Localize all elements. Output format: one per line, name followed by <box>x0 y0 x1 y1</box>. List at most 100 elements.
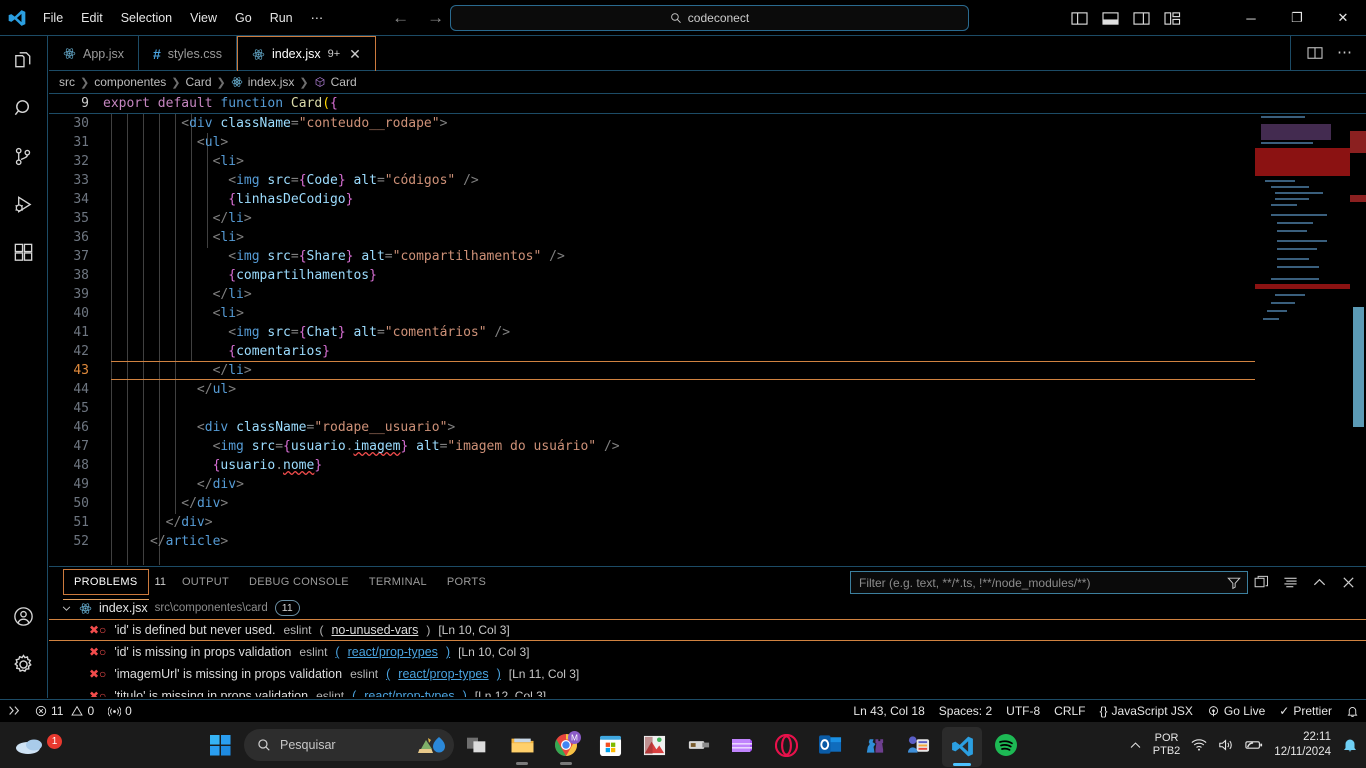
code-line[interactable]: 51 </div> <box>49 513 1366 532</box>
bell-icon[interactable] <box>1342 737 1358 753</box>
close-icon[interactable] <box>1341 575 1356 590</box>
maximize-restore-button[interactable]: ❐ <box>1274 0 1320 36</box>
code-line[interactable]: 31 <ul> <box>49 133 1366 152</box>
sidebar-item-source-control[interactable] <box>0 132 48 180</box>
filter-input[interactable] <box>859 575 1221 590</box>
code-line[interactable]: 41 <img src={Chat} alt="comentários" /> <box>49 323 1366 342</box>
minimap[interactable] <box>1255 114 1350 565</box>
tab-output[interactable]: OUTPUT <box>172 570 239 594</box>
filter-icon[interactable] <box>1227 576 1241 590</box>
problem-row[interactable]: ✖○ 'id' is missing in props validation e… <box>49 641 1366 663</box>
sidebar-item-settings[interactable] <box>0 640 48 688</box>
taskbar-app-spotify[interactable] <box>986 722 1026 768</box>
arrow-right-icon[interactable]: → <box>427 9 444 26</box>
toggle-primary-sidebar-icon[interactable] <box>1071 11 1088 26</box>
sidebar-item-accounts[interactable] <box>0 592 48 640</box>
arrow-left-icon[interactable]: ← <box>392 9 409 26</box>
menu-file[interactable]: File <box>34 5 72 31</box>
notifications-button[interactable] <box>1339 700 1366 723</box>
taskbar-app-chess[interactable] <box>854 722 894 768</box>
menu-bar[interactable]: File Edit Selection View Go Run ⋯ <box>34 5 332 31</box>
code-line[interactable]: 34 {linhasDeCodigo} <box>49 190 1366 209</box>
code-line[interactable]: 37 <img src={Share} alt="compartilhament… <box>49 247 1366 266</box>
chevron-down-icon[interactable] <box>61 603 72 614</box>
tab-terminal[interactable]: TERMINAL <box>359 570 437 594</box>
taskbar-clock[interactable]: 22:11 12/11/2024 <box>1274 730 1331 760</box>
start-button[interactable] <box>200 722 240 768</box>
problems-group-header[interactable]: index.jsx src\componentes\card 11 <box>49 597 1366 619</box>
code-editor[interactable]: 30 <div className="conteudo__rodape"> 31… <box>49 114 1366 565</box>
close-button[interactable]: ✕ <box>1320 0 1366 36</box>
sticky-scroll-line[interactable]: 9 export default function Card({ <box>49 94 1366 114</box>
code-line[interactable]: 46 <div className="rodape__usuario"> <box>49 418 1366 437</box>
toggle-secondary-sidebar-icon[interactable] <box>1133 11 1150 26</box>
sidebar-item-search[interactable] <box>0 84 48 132</box>
tab-ports[interactable]: PORTS <box>437 570 496 594</box>
code-line-current[interactable]: 43 </li> <box>49 361 1366 380</box>
breadcrumb-item-src[interactable]: src <box>59 75 75 89</box>
battery-icon[interactable] <box>1245 739 1263 751</box>
taskbar-weather-widget[interactable]: 1 <box>14 722 62 768</box>
sidebar-item-explorer[interactable] <box>0 36 48 84</box>
taskbar-app-file-explorer[interactable] <box>502 722 542 768</box>
code-line[interactable]: 45 <box>49 399 1366 418</box>
problem-rule[interactable]: react/prop-types <box>348 645 438 659</box>
tab-problems[interactable]: PROBLEMS <box>63 569 149 600</box>
code-line[interactable]: 47 <img src={usuario.imagem} alt="imagem… <box>49 437 1366 456</box>
problems-filter[interactable] <box>850 571 1248 594</box>
customize-layout-icon[interactable] <box>1164 11 1181 26</box>
menu-run[interactable]: Run <box>261 5 302 31</box>
code-line[interactable]: 40 <li> <box>49 304 1366 323</box>
taskbar-app-visual-studio-code[interactable] <box>942 726 982 767</box>
breadcrumb-item-componentes[interactable]: componentes <box>94 75 166 89</box>
code-line[interactable]: 42 {comentarios} <box>49 342 1366 361</box>
code-line[interactable]: 33 <img src={Code} alt="códigos" /> <box>49 171 1366 190</box>
menu-view[interactable]: View <box>181 5 226 31</box>
code-line[interactable]: 49 </div> <box>49 475 1366 494</box>
eol-status[interactable]: CRLF <box>1047 700 1092 723</box>
minimize-button[interactable]: ─ <box>1228 0 1274 36</box>
taskbar-app-onenote[interactable] <box>722 722 762 768</box>
close-icon[interactable]: ✕ <box>349 47 361 61</box>
split-editor-icon[interactable] <box>1307 46 1323 60</box>
editor-tab-index-jsx[interactable]: index.jsx 9+ ✕ <box>236 36 376 71</box>
code-line[interactable]: 35 </li> <box>49 209 1366 228</box>
wifi-icon[interactable] <box>1191 738 1207 752</box>
errors-warnings-status[interactable]: 11 0 <box>28 700 101 723</box>
view-as-table-icon[interactable] <box>1254 575 1269 590</box>
taskbar-app-microsoft-store[interactable] <box>590 722 630 768</box>
code-line[interactable]: 52 </article> <box>49 532 1366 551</box>
quick-open-search[interactable]: codeconect <box>450 5 969 31</box>
sidebar-item-extensions[interactable] <box>0 228 48 276</box>
code-line[interactable]: 39 </li> <box>49 285 1366 304</box>
remote-window-button[interactable] <box>0 700 28 723</box>
problem-row[interactable]: ✖○ 'titulo' is missing in props validati… <box>49 685 1366 697</box>
breadcrumb-item-index-jsx[interactable]: index.jsx <box>248 75 295 89</box>
code-line[interactable]: 38 {compartilhamentos} <box>49 266 1366 285</box>
taskbar-search[interactable]: Pesquisar <box>244 729 454 761</box>
code-line[interactable]: 36 <li> <box>49 228 1366 247</box>
menu-more[interactable]: ⋯ <box>302 5 333 31</box>
breadcrumb-item-card[interactable]: Card <box>185 75 211 89</box>
taskbar-app-outlook[interactable] <box>810 722 850 768</box>
taskbar-app-google-chrome[interactable]: M <box>546 722 586 768</box>
problem-rule[interactable]: react/prop-types <box>398 667 488 681</box>
menu-edit[interactable]: Edit <box>72 5 112 31</box>
menu-go[interactable]: Go <box>226 5 261 31</box>
sidebar-item-run-and-debug[interactable] <box>0 180 48 228</box>
indentation-status[interactable]: Spaces: 2 <box>932 700 999 723</box>
problem-row[interactable]: ✖○ 'id' is defined but never used. eslin… <box>49 619 1366 641</box>
encoding-status[interactable]: UTF-8 <box>999 700 1047 723</box>
ports-status[interactable]: 0 <box>101 700 139 723</box>
code-line[interactable]: 32 <li> <box>49 152 1366 171</box>
prettier-status[interactable]: ✓ Prettier <box>1272 700 1339 723</box>
code-line[interactable]: 50 </div> <box>49 494 1366 513</box>
taskbar-app-opera[interactable] <box>766 722 806 768</box>
problem-rule[interactable]: react/prop-types <box>364 689 454 697</box>
problems-list[interactable]: index.jsx src\componentes\card 11 ✖○ 'id… <box>49 597 1366 697</box>
taskbar-app-photos[interactable] <box>634 722 674 768</box>
chevron-up-icon[interactable] <box>1129 739 1142 752</box>
go-live-status[interactable]: Go Live <box>1200 700 1272 723</box>
volume-icon[interactable] <box>1218 738 1234 752</box>
toggle-panel-icon[interactable] <box>1102 11 1119 26</box>
